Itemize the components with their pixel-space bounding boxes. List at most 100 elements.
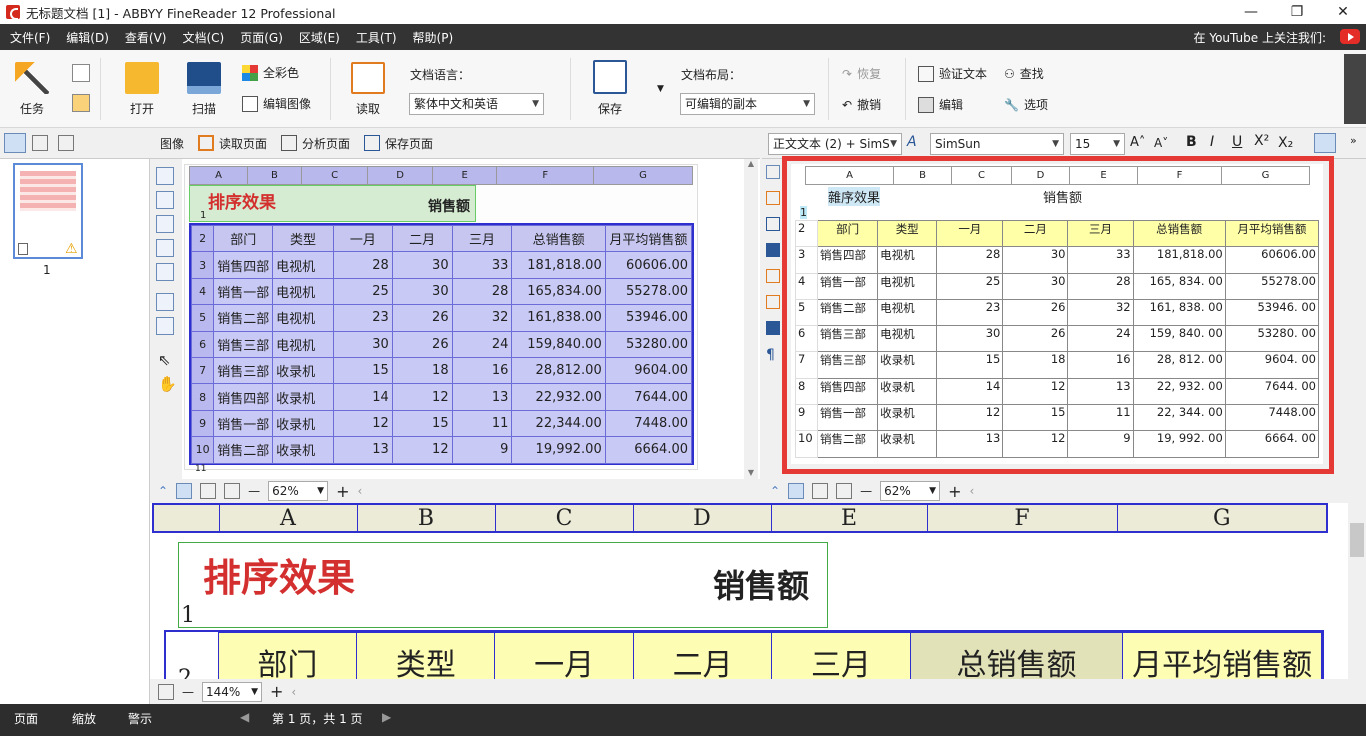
minimize-button[interactable]: — (1228, 0, 1274, 24)
cell[interactable]: 23 (936, 298, 1004, 327)
table-side-icon[interactable] (766, 321, 780, 335)
cell[interactable]: 销售一部 (817, 272, 879, 300)
table-header-cell[interactable]: 一月 (936, 219, 1004, 248)
find-button[interactable]: ⚇ 查找 (1004, 65, 1044, 82)
table-region[interactable]: 2 部门 类型 一月 二月 三月 总销售额 月平均销售额 3 销售四部 电视机 28 3… (189, 223, 694, 465)
cell[interactable]: 60606.00 (1224, 246, 1320, 274)
background-area-tool-icon[interactable] (156, 215, 174, 233)
font-style-icon[interactable]: A (907, 134, 917, 150)
cell[interactable]: 22, 932. 00 (1132, 377, 1226, 406)
undo-button[interactable]: ↶ 撤销 (842, 96, 881, 113)
doc-layout-select[interactable]: 可编辑的副本 ▼ (680, 93, 815, 115)
edit-button[interactable]: 编辑 (918, 96, 963, 113)
cell[interactable]: 收录机 (877, 404, 938, 432)
cell[interactable]: 30 (1002, 272, 1069, 300)
cell[interactable]: 165, 834. 00 (1132, 272, 1226, 300)
text-zoom-select[interactable]: 62% ▼ (880, 481, 941, 501)
cell[interactable]: 15 (1002, 404, 1069, 432)
menu-edit[interactable]: 编辑(D) (60, 29, 115, 46)
cell[interactable]: 销售一部 (817, 404, 879, 432)
table-area-tool-icon[interactable] (156, 239, 174, 257)
barcode-area-tool-icon[interactable] (156, 263, 174, 281)
zoom-out-icon[interactable]: — (860, 484, 872, 498)
doc-language-select[interactable]: 繁体中文和英语 ▼ (409, 93, 544, 115)
menu-help[interactable]: 帮助(P) (407, 29, 460, 46)
image-zoom-select[interactable]: 62% ▼ (268, 481, 329, 501)
save-page-button[interactable]: 保存页面 (364, 135, 433, 152)
cell[interactable]: 14 (936, 377, 1004, 406)
zoom-table-region[interactable]: 2 部门 类型 一月 二月 三月 总销售额 月平均销售额 (164, 630, 1324, 679)
cell[interactable]: 161, 838. 00 (1132, 298, 1226, 327)
redo-button[interactable]: ↷ 恢复 (842, 65, 881, 82)
subscript-icon[interactable]: X₂ (1278, 135, 1293, 151)
scroll-left-icon[interactable]: ‹ (357, 484, 362, 498)
fit-width-icon[interactable] (812, 483, 829, 499)
edit-image-button[interactable]: 编辑图像 (242, 95, 311, 112)
superscript-icon[interactable]: X² (1254, 133, 1269, 149)
cell[interactable]: 25 (936, 272, 1004, 300)
zoom-pane-toggle-icon[interactable] (158, 683, 174, 700)
menu-document[interactable]: 文档(C) (176, 29, 230, 46)
table-header-cell[interactable]: 月平均销售额 (1224, 219, 1320, 248)
menu-page[interactable]: 页面(G) (234, 29, 289, 46)
bold-icon[interactable]: B (1186, 134, 1197, 150)
paragraph-icon[interactable]: ¶ (766, 347, 782, 363)
cell[interactable]: 28, 812. 00 (1132, 351, 1226, 379)
cell[interactable]: 30 (936, 325, 1004, 353)
table-header-cell[interactable]: 部门 (817, 219, 879, 248)
cell[interactable]: 181,818.00 (1132, 246, 1226, 274)
open-document-icon[interactable] (72, 94, 90, 112)
warnings-tab[interactable]: 警示 (128, 710, 152, 727)
cell[interactable]: 13 (936, 430, 1004, 458)
zoom-out-icon[interactable]: — (182, 685, 194, 699)
title-region[interactable]: 排序效果 销售额 1 (189, 185, 476, 222)
font-size-select[interactable]: 15 ▼ (1070, 133, 1125, 155)
cell[interactable]: 19, 992. 00 (1132, 430, 1226, 458)
cell[interactable]: 7644. 00 (1224, 377, 1320, 406)
cell[interactable]: 销售二部 (817, 298, 879, 327)
more-tools-icon[interactable]: » (1350, 134, 1357, 147)
shrink-font-icon[interactable]: A˅ (1154, 136, 1168, 150)
cell[interactable]: 销售四部 (817, 246, 879, 274)
zoom-tab[interactable]: 缩放 (72, 710, 96, 727)
cell[interactable]: 16 (1067, 351, 1134, 379)
prev-page-icon[interactable]: ◀ (240, 710, 249, 724)
grow-font-icon[interactable]: A˄ (1130, 135, 1145, 150)
restore-button[interactable]: ❐ (1274, 0, 1320, 24)
comment-side-icon[interactable] (766, 191, 780, 205)
text-subtitle[interactable]: 销售额 (1043, 187, 1082, 206)
scroll-left-icon[interactable]: ‹ (291, 685, 296, 699)
cell[interactable]: 销售三部 (817, 325, 879, 353)
back-side-icon[interactable] (766, 217, 780, 231)
zoom-pane-select[interactable]: 144% ▼ (202, 681, 262, 702)
menu-tools[interactable]: 工具(T) (350, 29, 403, 46)
cell[interactable]: 55278.00 (1224, 272, 1320, 300)
image-vertical-scrollbar[interactable]: ▲ ▼ (744, 159, 758, 479)
style-select[interactable]: 正文文本 (2) + SimS ▼ (768, 133, 902, 155)
cell[interactable]: 销售二部 (817, 430, 879, 458)
cell[interactable]: 销售三部 (817, 351, 879, 379)
analyze-page-button[interactable]: 分析页面 (281, 135, 350, 152)
read-page-button[interactable]: 读取页面 (198, 135, 267, 152)
cell[interactable]: 电视机 (877, 246, 938, 274)
open-button[interactable]: 打开 (122, 62, 162, 117)
picture-area-tool-icon[interactable] (156, 191, 174, 209)
next-page-icon[interactable]: ▶ (382, 710, 391, 724)
image-side-icon[interactable] (766, 295, 780, 309)
verify-side-icon[interactable] (766, 165, 780, 179)
scroll-thumb[interactable] (1350, 523, 1364, 557)
cell[interactable]: 电视机 (877, 298, 938, 327)
page-properties-icon[interactable] (58, 135, 74, 151)
zoom-out-icon[interactable]: — (248, 484, 260, 498)
menu-file[interactable]: 文件(F) (4, 29, 56, 46)
reorder-tool-icon[interactable] (156, 317, 174, 335)
zoom-vertical-scrollbar[interactable] (1348, 503, 1366, 679)
cell[interactable]: 28 (936, 246, 1004, 274)
cell[interactable]: 33 (1067, 246, 1134, 274)
cell[interactable]: 53946. 00 (1224, 298, 1320, 327)
cell[interactable]: 53280. 00 (1224, 325, 1320, 353)
text-table[interactable]: 2 部门 类型 一月 二月 三月 总销售额 月平均销售额 3 销售四部 电视机 28 3… (794, 219, 1320, 458)
fit-page-icon[interactable] (176, 483, 193, 499)
table-header-cell[interactable]: 三月 (1067, 219, 1134, 248)
cell[interactable]: 28 (1067, 272, 1134, 300)
